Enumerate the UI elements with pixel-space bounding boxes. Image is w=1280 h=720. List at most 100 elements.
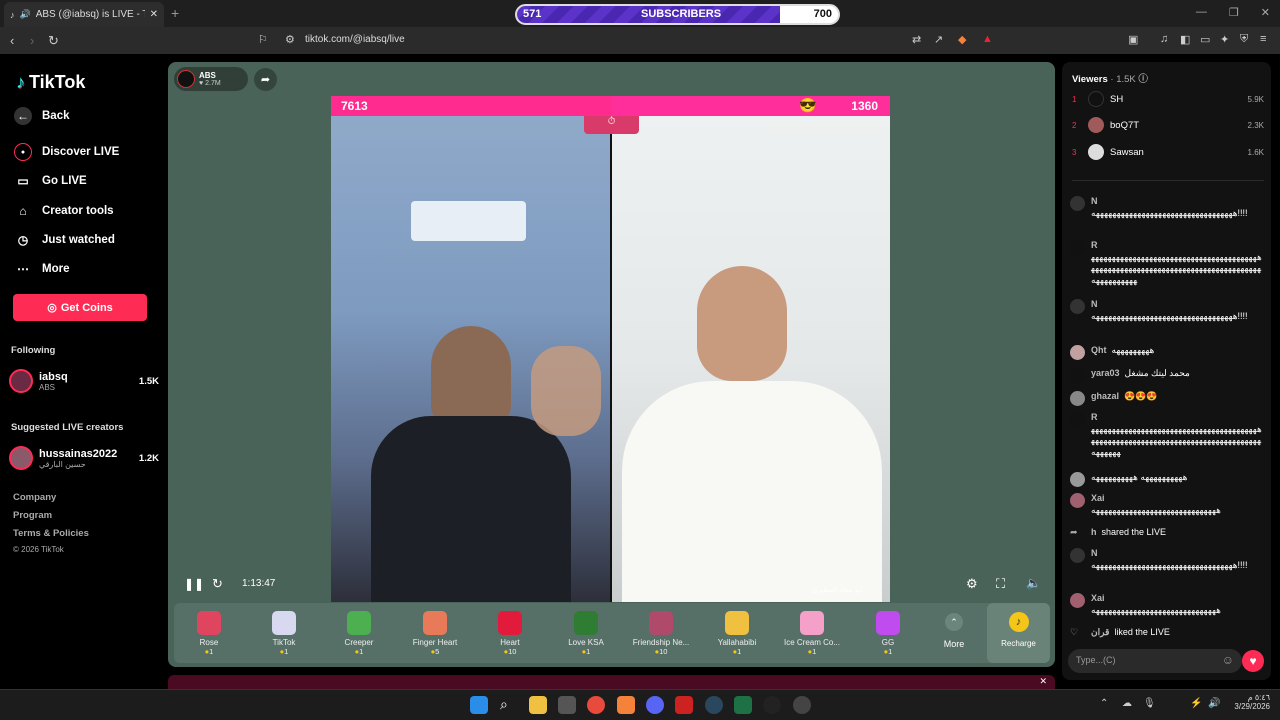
gift-item[interactable]: Finger Heart ●5	[400, 611, 470, 656]
close-window-icon[interactable]: ✕	[1261, 6, 1270, 19]
xbox-icon[interactable]	[734, 696, 752, 714]
chrome-icon[interactable]	[587, 696, 605, 714]
footer-terms[interactable]: Terms & Policies	[13, 528, 89, 539]
bookmark-icon[interactable]: ⚐	[258, 33, 268, 46]
gift-item[interactable]: Yallahabibi ●1	[702, 611, 772, 656]
screenshot-icon[interactable]: ▣	[1128, 33, 1138, 46]
info-icon[interactable]: ⓘ	[1138, 74, 1148, 85]
recharge-button[interactable]: ♪ Recharge	[987, 603, 1050, 663]
site-info-icon[interactable]: ⚙	[285, 33, 295, 46]
nav-discover-live[interactable]: ● Discover LIVE	[14, 143, 119, 161]
avatar	[1070, 493, 1085, 508]
reload-icon[interactable]: ↻	[48, 33, 59, 49]
emoji-icon[interactable]: ☺	[1222, 653, 1234, 667]
coin-icon: ♪	[1008, 612, 1029, 632]
nav-creator-tools[interactable]: ⌂ Creator tools	[14, 202, 114, 220]
obs-icon[interactable]	[793, 696, 811, 714]
steam-icon[interactable]	[705, 696, 723, 714]
new-tab-button[interactable]: +	[171, 5, 179, 21]
rose-gift-icon	[197, 611, 221, 635]
close-strip-icon[interactable]: ✕	[1039, 676, 1047, 687]
nav-label: Creator tools	[42, 205, 114, 217]
app-g-icon[interactable]	[763, 696, 781, 714]
volume-icon[interactable]: 🔈	[1026, 576, 1041, 590]
start-icon[interactable]	[470, 696, 488, 714]
browser-tab[interactable]: ♪ 🔊 ABS (@iabsq) is LIVE - TikTok ✕	[4, 2, 164, 27]
footer-program[interactable]: Program	[13, 510, 52, 521]
creator-sub: ABS	[39, 382, 56, 392]
chat-text: shared the LIVE	[1101, 527, 1167, 537]
nav-just-watched[interactable]: ◷ Just watched	[14, 231, 115, 249]
tray-chevron-icon[interactable]: ⌃	[1100, 698, 1108, 709]
discord-icon[interactable]	[646, 696, 664, 714]
chat-text: ههههههههههههههههههههههههههههههههههه!!!!	[1091, 310, 1248, 321]
chat-user: Qht	[1091, 345, 1107, 355]
more-gifts-button[interactable]: ⌃ More	[934, 613, 974, 649]
recharge-label: Recharge	[1001, 639, 1036, 648]
gift-item[interactable]: TikTok ●1	[249, 611, 319, 656]
gift-item[interactable]: Ice Cream Co... ●1	[777, 611, 847, 656]
system-clock[interactable]: ٥:٤٦ م 3/29/2026	[1228, 693, 1270, 711]
brave-icon[interactable]	[617, 696, 635, 714]
file-explorer-icon[interactable]	[529, 696, 547, 714]
refresh-icon[interactable]: ↻	[212, 576, 223, 592]
viewer-count: 1.2K	[138, 452, 159, 464]
like-heart-button[interactable]: ♥	[1242, 650, 1264, 672]
pause-icon[interactable]: ❚❚	[184, 577, 204, 591]
back-arrow-icon: ←	[14, 107, 32, 125]
speaker-icon[interactable]: 🔊	[1208, 698, 1220, 709]
back-nav-icon[interactable]: ‹	[10, 33, 14, 48]
top-viewer[interactable]: 3 Sawsan 1.6K	[1072, 144, 1264, 160]
brave-shield-icon[interactable]: ◆	[958, 33, 966, 46]
get-coins-button[interactable]: ◎ Get Coins	[13, 294, 147, 321]
gg-gift-icon	[876, 611, 900, 635]
top-viewer[interactable]: 2 boQ7T 2.3K	[1072, 117, 1264, 133]
following-item[interactable]: iabsq ABS 1.5K	[9, 369, 159, 393]
chat-user: R	[1091, 412, 1098, 422]
suggested-item[interactable]: hussainas2022 حسين البارقي 1.2K	[9, 446, 159, 470]
search-icon[interactable]: ⌕	[500, 696, 518, 714]
media-icon[interactable]: ♫	[1160, 33, 1168, 45]
vpn-icon[interactable]: ⛨	[1240, 33, 1248, 46]
url-field[interactable]: tiktok.com/@iabsq/live	[305, 34, 405, 45]
windows-taskbar: ⌕ ⌃ ☁ 🎙 ⚡ 🔊 ٥:٤٦ م 3/29/2026	[0, 689, 1280, 720]
nav-go-live[interactable]: ▭ Go LIVE	[14, 172, 86, 190]
store-icon[interactable]	[558, 696, 576, 714]
tiktok-logo[interactable]: ♪ TikTok	[16, 72, 85, 93]
brave-rewards-icon[interactable]: ▲	[982, 33, 993, 45]
gift-item[interactable]: Rose ●1	[174, 611, 244, 656]
nav-more[interactable]: ⋯ More	[14, 260, 69, 278]
forward-nav-icon[interactable]: ›	[30, 33, 34, 48]
creeper-gift-icon	[347, 611, 371, 635]
minimize-icon[interactable]: —	[1196, 6, 1207, 19]
fullscreen-icon[interactable]: ⛶	[996, 576, 1005, 592]
footer-company[interactable]: Company	[13, 492, 56, 503]
share-button[interactable]: ➦	[254, 68, 277, 91]
host-chip[interactable]: ABS ♥ 2.7M	[174, 67, 248, 91]
wifi-icon[interactable]: ⚡	[1190, 698, 1202, 709]
gift-item[interactable]: Creeper ●1	[324, 611, 394, 656]
cloud-icon[interactable]: ☁	[1122, 698, 1132, 709]
share-page-icon[interactable]: ↗	[934, 33, 943, 46]
sidebar-toggle-icon[interactable]: ◧	[1180, 33, 1190, 46]
maximize-icon[interactable]: ❐	[1229, 6, 1239, 19]
mic-icon[interactable]: 🎙	[1143, 698, 1156, 709]
gift-item[interactable]: GG ●1	[853, 611, 923, 656]
close-tab-icon[interactable]: ✕	[150, 9, 158, 20]
menu-icon[interactable]: ≡	[1260, 33, 1266, 45]
top-viewer[interactable]: 1 SH 5.9K	[1072, 91, 1264, 107]
app-red-icon[interactable]	[675, 696, 693, 714]
avatar	[9, 369, 33, 393]
leo-icon[interactable]: ✦	[1220, 33, 1229, 46]
gift-item[interactable]: Love KSA ●1	[551, 611, 621, 656]
wallet-icon[interactable]: ▭	[1200, 33, 1210, 46]
nav-label: Just watched	[42, 234, 115, 246]
gift-item[interactable]: Friendship Ne... ●10	[626, 611, 696, 656]
battle-video[interactable]: ابو مجاد المطيري 7613 1360 😎 ⏱	[331, 96, 890, 602]
chat-input[interactable]: Type...(C) ☺	[1068, 649, 1242, 673]
translate-icon[interactable]: ⇄	[912, 33, 921, 46]
clock-date: 3/29/2026	[1234, 702, 1270, 711]
settings-icon[interactable]: ⚙	[966, 576, 978, 592]
gift-item[interactable]: Heart ●10	[475, 611, 545, 656]
nav-back[interactable]: ← Back	[14, 107, 70, 125]
